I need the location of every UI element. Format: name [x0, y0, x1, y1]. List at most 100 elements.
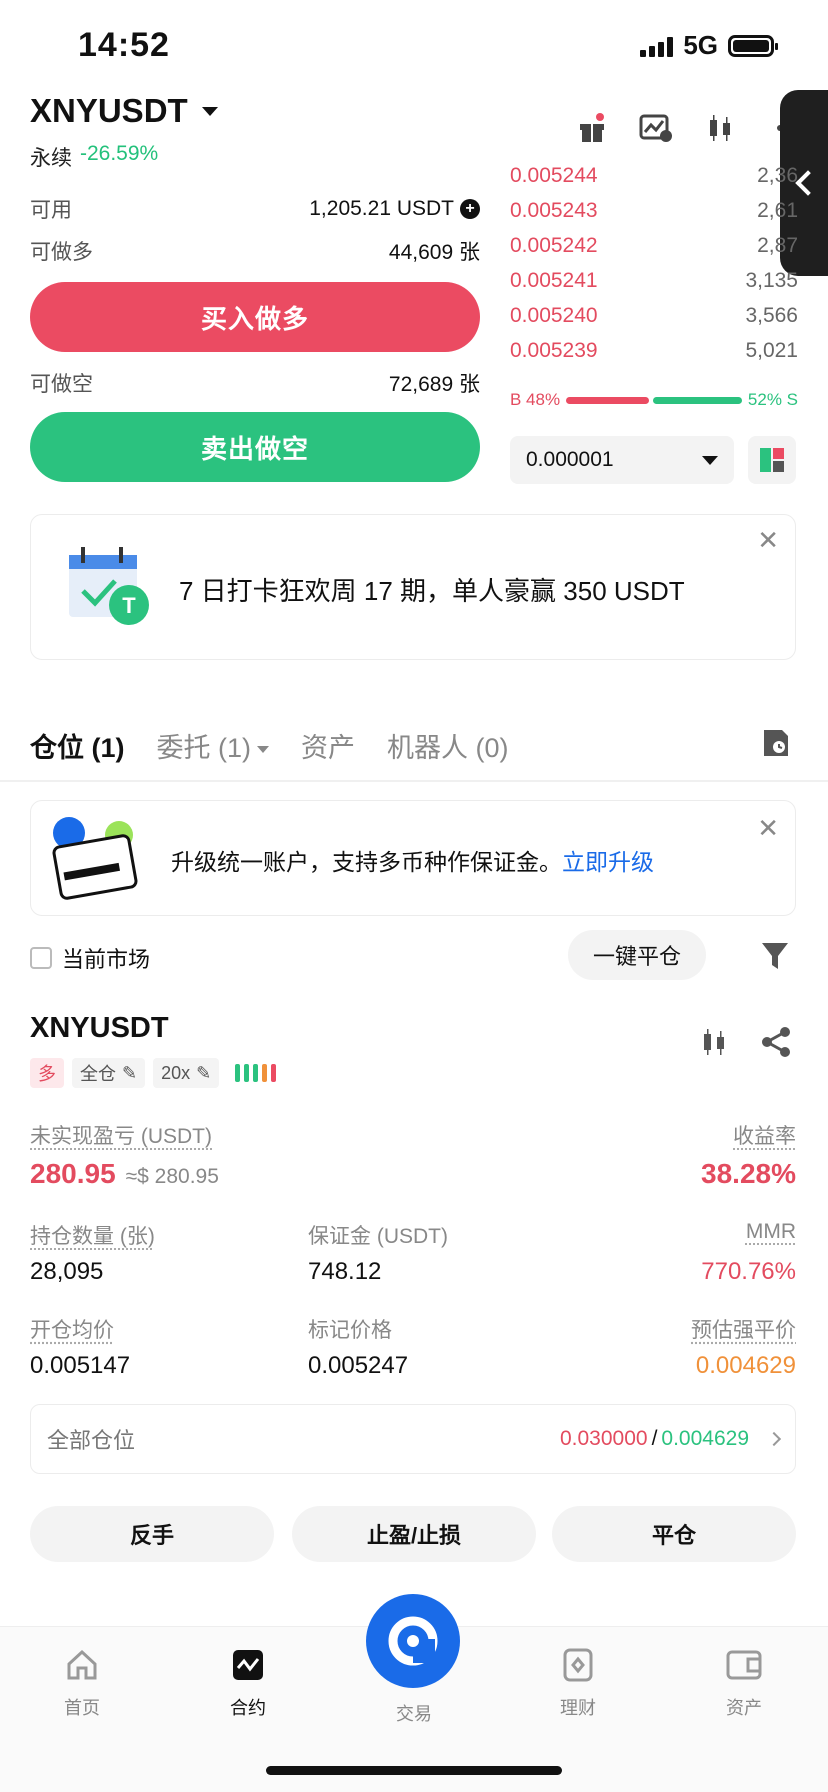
leverage-label: 20x	[161, 1062, 191, 1083]
reverse-button[interactable]: 反手	[30, 1506, 274, 1562]
ask-row[interactable]: 0.005240 3,566	[510, 298, 798, 333]
tp-value: 0.030000	[559, 1427, 648, 1450]
candlestick-icon[interactable]	[698, 1026, 730, 1063]
mmr-label[interactable]: MMR	[746, 1220, 796, 1244]
all-positions-tpsl-row[interactable]: 全部仓位 0.030000 / 0.004629	[30, 1404, 796, 1474]
buy-ratio: B 48%	[510, 390, 561, 409]
ask-row[interactable]: 0.005241 3,135	[510, 263, 798, 298]
close-position-button[interactable]: 平仓	[552, 1506, 796, 1562]
chart-settings-icon[interactable]	[638, 110, 674, 146]
layout-icon	[760, 448, 784, 472]
tab-positions[interactable]: 仓位 (1)	[30, 726, 125, 765]
ratio-bar	[566, 396, 742, 404]
liq-value: 0.004629	[695, 1352, 796, 1379]
contract-icon	[233, 1650, 263, 1680]
ask-qty: 5,021	[745, 338, 798, 362]
mmr-value: 770.76%	[701, 1258, 796, 1285]
available-row: 可用 1,205.21 USDT +	[30, 194, 480, 224]
ask-row[interactable]: 0.005242 2,87	[510, 228, 798, 263]
can-long-row: 可做多 44,609 张	[30, 236, 480, 266]
tpsl-button[interactable]: 止盈/止损	[292, 1506, 536, 1562]
tab-orders[interactable]: 委托 (1)	[156, 726, 269, 765]
close-icon[interactable]: ✕	[757, 813, 779, 844]
svg-text:T: T	[122, 593, 136, 618]
margin-mode-tag[interactable]: 全仓 ✎	[72, 1058, 146, 1088]
share-icon[interactable]	[760, 1026, 792, 1063]
tab-assets[interactable]: 资产	[301, 726, 355, 765]
position-symbol: XNYUSDT	[30, 1012, 169, 1044]
close-all-button[interactable]: 一键平仓	[568, 930, 706, 980]
ask-row[interactable]: 0.005244 2,36	[510, 158, 798, 193]
gift-icon[interactable]	[574, 110, 610, 146]
ask-row[interactable]: 0.005243 2,61	[510, 193, 798, 228]
current-market-filter[interactable]: 当前市场	[30, 942, 150, 974]
sell-short-button[interactable]: 卖出做空	[30, 412, 480, 482]
size-label[interactable]: 持仓数量 (张)	[30, 1220, 155, 1250]
home-indicator	[266, 1766, 562, 1775]
ask-price: 0.005243	[510, 198, 598, 222]
can-long-label: 可做多	[30, 241, 93, 264]
history-doc-icon[interactable]	[762, 728, 790, 763]
upgrade-banner[interactable]: 升级统一账户，支持多币种作保证金。立即升级 ✕	[30, 800, 796, 916]
risk-level-icon	[235, 1064, 277, 1082]
available-value: 1,205.21 USDT	[309, 197, 454, 220]
tpsl-separator: /	[651, 1427, 658, 1450]
side-tag: 多	[30, 1058, 64, 1088]
trade-fab[interactable]	[366, 1594, 460, 1688]
upgrade-link[interactable]: 立即升级	[562, 849, 654, 875]
buy-sell-ratio: B 48% 52% S	[510, 390, 798, 410]
entry-value: 0.005147	[30, 1352, 131, 1379]
nav-finance[interactable]: 理财	[528, 1648, 628, 1720]
nav-assets[interactable]: 资产	[694, 1648, 794, 1720]
home-icon	[67, 1649, 97, 1680]
position-actions	[698, 1026, 792, 1063]
current-market-checkbox[interactable]	[30, 947, 52, 969]
sl-value: 0.004629	[661, 1427, 749, 1450]
caret-down-icon	[257, 746, 269, 754]
all-positions-label: 全部仓位	[47, 1428, 136, 1453]
caret-down-icon	[201, 106, 218, 116]
price-change: -26.59%	[80, 142, 159, 165]
unrealized-pnl-label[interactable]: 未实现盈亏 (USDT)	[30, 1120, 212, 1150]
promo-banner[interactable]: T 7 日打卡狂欢周 17 期，单人豪赢 350 USDT ✕	[30, 514, 796, 660]
can-short-label: 可做空	[30, 373, 93, 396]
ask-qty: 2,36	[757, 163, 798, 187]
edit-icon: ✎	[122, 1062, 138, 1083]
precision-select[interactable]: 0.000001	[510, 436, 734, 484]
leverage-tag[interactable]: 20x ✎	[153, 1058, 220, 1088]
tab-orders-label: 委托 (1)	[156, 733, 252, 763]
position-tags: 多 全仓 ✎ 20x ✎	[30, 1058, 277, 1088]
ask-qty: 3,135	[745, 268, 798, 292]
pair-selector[interactable]: XNYUSDT	[30, 92, 218, 130]
filter-icon[interactable]	[760, 940, 790, 977]
ask-price: 0.005241	[510, 268, 598, 292]
buy-long-button[interactable]: 买入做多	[30, 282, 480, 352]
add-funds-icon[interactable]: +	[460, 199, 480, 219]
close-icon[interactable]: ✕	[757, 525, 779, 556]
tab-bots[interactable]: 机器人 (0)	[387, 726, 509, 765]
network-type: 5G	[683, 30, 718, 60]
ask-price: 0.005239	[510, 338, 598, 362]
buy-ratio-bar	[566, 396, 649, 404]
margin-value: 748.12	[308, 1258, 382, 1285]
position-tabs: 仓位 (1) 委托 (1) 资产 机器人 (0)	[30, 726, 509, 765]
ask-row[interactable]: 0.005239 5,021	[510, 333, 798, 368]
ask-price: 0.005244	[510, 163, 598, 187]
pair-subline: 永续 -26.59%	[30, 142, 158, 172]
chevron-left-icon	[795, 170, 821, 196]
entry-label[interactable]: 开仓均价	[30, 1314, 114, 1344]
nav-contract[interactable]: 合约	[198, 1648, 298, 1720]
can-short-row: 可做空 72,689 张	[30, 368, 480, 398]
chevron-right-icon	[766, 1431, 782, 1447]
liq-label[interactable]: 预估强平价	[691, 1314, 796, 1344]
roe-label[interactable]: 收益率	[733, 1120, 796, 1150]
orderbook-asks: 0.005244 2,36 0.005243 2,61 0.005242 2,87 0…	[510, 158, 798, 368]
nav-home[interactable]: 首页	[32, 1648, 132, 1720]
available-label: 可用	[30, 199, 72, 222]
size-value: 28,095	[30, 1258, 104, 1285]
current-market-label: 当前市场	[62, 947, 151, 972]
candlestick-icon[interactable]	[702, 110, 738, 146]
orderbook-layout-button[interactable]	[748, 436, 796, 484]
status-time: 14:52	[78, 26, 170, 64]
upgrade-text: 升级统一账户，支持多币种作保证金。立即升级	[171, 843, 654, 877]
